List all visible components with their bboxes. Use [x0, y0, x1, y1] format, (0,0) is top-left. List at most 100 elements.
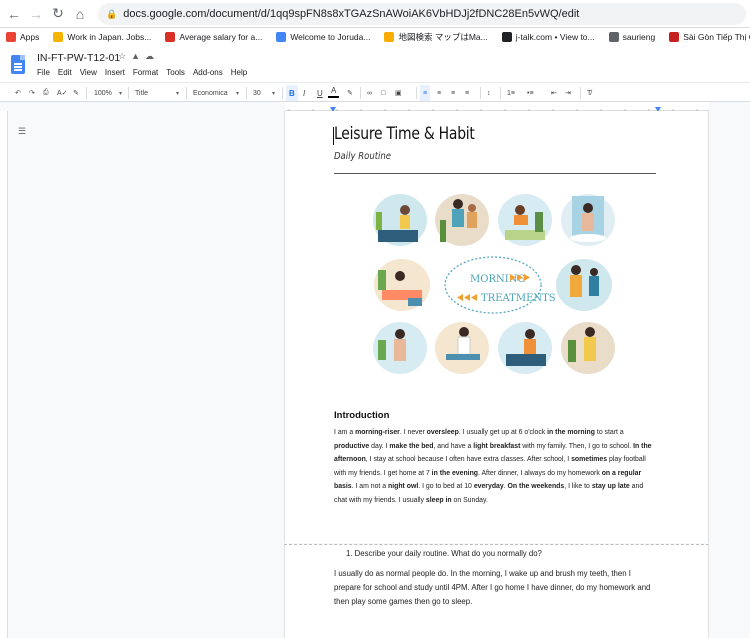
menu-item-format[interactable]: Format	[133, 68, 158, 77]
salary-icon	[165, 32, 176, 42]
text-run: . I usually get up at 6 o'clock	[458, 429, 548, 436]
address-bar[interactable]: 🔒 docs.google.com/document/d/1qq9spFN8s8…	[98, 3, 746, 25]
comment-icon[interactable]: □	[378, 85, 388, 101]
answer-paragraph[interactable]: I usually do as normal people do. In the…	[334, 567, 656, 609]
bookmark-item[interactable]: Sài Gòn Tiếp Thị On...	[669, 32, 750, 42]
menu-item-help[interactable]: Help	[231, 68, 247, 77]
text-run: to start a	[594, 429, 624, 436]
print-icon[interactable]: ⎙	[40, 85, 52, 101]
bookmark-label: Apps	[20, 32, 40, 42]
font-select[interactable]: Economica	[190, 85, 242, 101]
cloud-saved-icon[interactable]: ☁	[145, 51, 154, 62]
underline-button[interactable]: U	[314, 85, 326, 101]
zoom-select[interactable]: 100%	[91, 85, 125, 101]
bold-phrase: sometimes	[571, 456, 608, 464]
align-left-icon[interactable]: ≡	[420, 85, 431, 101]
italic-button[interactable]: I	[300, 85, 308, 101]
align-center-icon[interactable]: ≡	[434, 85, 444, 101]
back-icon[interactable]: ←	[3, 3, 25, 25]
bookmarks-bar: Apps Work in Japan. Jobs... Average salary…	[0, 28, 750, 46]
decrease-indent-icon[interactable]: ⇤	[548, 85, 560, 101]
line-spacing-icon[interactable]: ↕	[484, 85, 494, 101]
link-icon[interactable]: ∞	[364, 85, 375, 101]
bookmark-item[interactable]: 地図検索 マップはMa...	[384, 31, 488, 43]
increase-indent-icon[interactable]: ⇥	[562, 85, 574, 101]
formatting-toolbar: ↶ ↷ ⎙ A✓ ✎ 100% Title Economica 30 B I U…	[0, 82, 750, 102]
bold-phrase: make the bed	[389, 442, 434, 450]
spellcheck-icon[interactable]: A✓	[54, 85, 71, 101]
text-run: . I am not a	[351, 483, 389, 491]
bookmark-item[interactable]: j-talk.com • View to...	[501, 32, 595, 42]
menu-item-view[interactable]: View	[80, 68, 97, 77]
reload-icon[interactable]: ↻	[47, 3, 69, 25]
text-run: day. I	[369, 442, 390, 450]
menu-item-insert[interactable]: Insert	[105, 68, 125, 77]
morning-treatments-illustration[interactable]: MORNING TREATMENTS	[370, 190, 616, 378]
text-run: I am a	[334, 429, 356, 436]
bold-phrase: in the morning	[547, 429, 595, 436]
text-run: on Sunday.	[451, 496, 488, 504]
document-outline-icon[interactable]: ☰	[18, 126, 27, 136]
saigon-icon	[669, 32, 680, 42]
font-size-select[interactable]: 30	[250, 85, 278, 101]
star-icon[interactable]: ☆	[118, 51, 126, 62]
undo-icon[interactable]: ↶	[12, 85, 24, 101]
paint-format-icon[interactable]: ✎	[70, 85, 82, 101]
home-icon[interactable]: ⌂	[69, 3, 91, 25]
bookmark-label: Sài Gòn Tiếp Thị On...	[683, 32, 750, 42]
browser-toolbar: ← → ↻ ⌂ 🔒 docs.google.com/document/d/1qq…	[0, 0, 750, 28]
introduction-heading[interactable]: Introduction	[334, 410, 389, 421]
lock-icon: 🔒	[106, 8, 118, 19]
document-heading-title[interactable]: Leisure Time & Habit	[334, 124, 475, 144]
text-run: , and have a	[433, 442, 474, 450]
bold-phrase: everyday	[473, 483, 504, 491]
menu-item-add-ons[interactable]: Add-ons	[193, 68, 223, 77]
introduction-paragraph[interactable]: I am a morning-riser. I never oversleep.…	[334, 426, 656, 508]
apps-grid-icon	[6, 32, 16, 42]
text-color-icon[interactable]: A	[328, 85, 340, 98]
redo-icon[interactable]: ↷	[26, 85, 38, 101]
vertical-ruler[interactable]	[0, 111, 8, 638]
align-right-icon[interactable]: ≡	[448, 85, 458, 101]
menu-bar: File Edit View Insert Format Tools Add-ons Help	[37, 68, 247, 77]
menu-item-file[interactable]: File	[37, 68, 50, 77]
bookmark-item[interactable]: Average salary for a...	[165, 32, 262, 42]
document-title[interactable]: IN-FT-PW-T12-01	[37, 52, 120, 64]
bookmark-label: Welcome to Joruda...	[290, 32, 371, 42]
horizontal-ruler[interactable]	[285, 102, 709, 115]
bold-phrase: morning-riser	[355, 429, 400, 436]
menu-item-edit[interactable]: Edit	[58, 68, 72, 77]
bookmark-item[interactable]: Apps	[6, 32, 39, 42]
document-subtitle[interactable]: Daily Routine	[334, 151, 391, 162]
paragraph-style-select[interactable]: Title	[132, 85, 182, 101]
docs-logo-icon[interactable]	[11, 55, 25, 74]
forward-icon[interactable]: →	[25, 3, 47, 25]
illustration-panel	[373, 194, 427, 246]
numbered-list-icon[interactable]: 1≡	[504, 85, 518, 101]
bulleted-list-icon[interactable]: •≡	[524, 85, 537, 101]
bookmark-item[interactable]: Welcome to Joruda...	[276, 32, 370, 42]
bookmark-label: saurieng	[622, 32, 656, 42]
text-run: . I go to bed at 10	[418, 483, 474, 491]
illustration-text-line2: TREATMENTS	[481, 293, 556, 304]
justify-icon[interactable]: ≡	[462, 85, 472, 101]
bookmark-label: Work in Japan. Jobs...	[67, 32, 152, 42]
bold-phrase: stay up late	[591, 483, 630, 491]
text-run: , I stay at school because I often have …	[365, 456, 572, 464]
move-folder-icon[interactable]: ▲	[131, 51, 140, 62]
globe-icon	[608, 32, 619, 42]
bold-phrase: in the evening	[431, 469, 478, 477]
map-icon	[384, 32, 395, 42]
bold-button[interactable]: B	[286, 85, 298, 101]
bold-phrase: night owl	[388, 483, 419, 491]
highlight-icon[interactable]: ✎	[344, 85, 356, 101]
horizontal-divider	[334, 173, 656, 174]
work-japan-icon	[53, 32, 64, 42]
image-icon[interactable]: ▣	[392, 85, 405, 101]
jtalk-icon	[501, 32, 512, 42]
question-list-item[interactable]: 1. Describe your daily routine. What do …	[346, 549, 542, 558]
clear-formatting-icon[interactable]: T̸	[584, 85, 594, 101]
bookmark-item[interactable]: Work in Japan. Jobs...	[53, 32, 151, 42]
bookmark-item[interactable]: saurieng	[608, 32, 656, 42]
menu-item-tools[interactable]: Tools	[166, 68, 185, 77]
